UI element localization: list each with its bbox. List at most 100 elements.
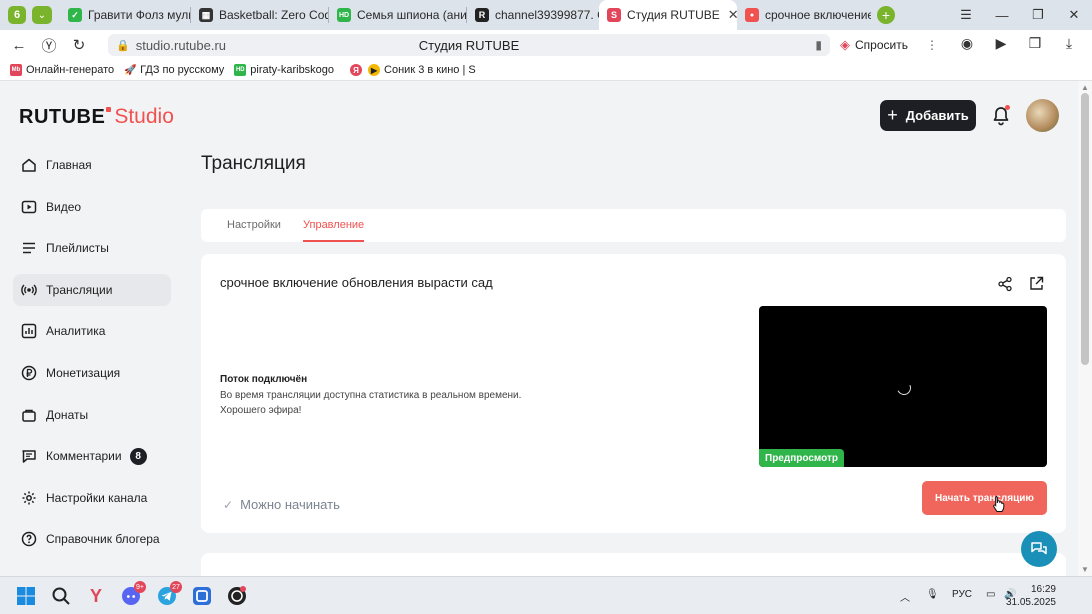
sidebar: Главная Видео Плейлисты Трансляции Анали… [13, 149, 171, 565]
sidebar-item-blogger-guide[interactable]: Справочник блогера [13, 523, 171, 555]
sidebar-item-label: Комментарии [46, 449, 122, 464]
bookmark-label: Онлайн-генерато [26, 64, 115, 76]
share-icon[interactable] [997, 276, 1013, 292]
sidebar-item-label: Трансляции [46, 282, 113, 297]
browser-tab[interactable]: ● срочное включение [737, 0, 871, 30]
sidebar-item-channel-settings[interactable]: Настройки канала [13, 482, 171, 514]
studio-app: RUTUBE Studio + Добавить Главная Видео П… [0, 81, 1078, 576]
sidebar-item-broadcasts[interactable]: Трансляции [13, 273, 171, 306]
sidebar-item-label: Аналитика [46, 324, 106, 339]
more-icon[interactable]: ⋮ [926, 38, 938, 52]
bookmark-item[interactable]: ▶ Соник 3 в кино | S [368, 64, 476, 76]
start-broadcast-button[interactable]: Начать трансляцию [922, 481, 1047, 515]
ask-button[interactable]: ◈ Спросить ⋮ [840, 35, 938, 55]
discord-icon[interactable]: 9+ [120, 581, 146, 607]
tab-management[interactable]: Управление [303, 219, 365, 242]
comments-icon [20, 447, 38, 465]
browser-tab-label: Гравити Фолз мульт [88, 8, 190, 22]
bookmark-item[interactable]: 🚀 ГДЗ по русскому [124, 64, 224, 76]
bookmark-item[interactable]: Mb Онлайн-генерато [10, 64, 114, 76]
stream-title: срочное включение обновления вырасти сад [220, 275, 493, 290]
close-tab-icon[interactable]: ✕ [728, 7, 737, 23]
media-icon[interactable]: ▶ [984, 35, 1018, 52]
scrollbar-thumb[interactable] [1081, 93, 1089, 365]
app-icon[interactable] [191, 585, 213, 607]
browser-tab-active[interactable]: S Студия RUTUBE ✕ [599, 0, 737, 30]
alice-icon: ◈ [840, 37, 850, 52]
sidebar-item-label: Справочник блогера [46, 532, 160, 547]
new-tab-button[interactable]: + [877, 6, 895, 24]
tab-favicon-icon: HD [337, 8, 351, 22]
bookmark-favicon-icon: Mb [10, 64, 22, 76]
hand-cursor-icon [993, 496, 1005, 512]
search-icon[interactable] [50, 585, 72, 607]
yandex-icon[interactable]: Ⓨ [34, 35, 64, 56]
back-icon[interactable]: ← [4, 37, 34, 54]
avatar[interactable] [1026, 99, 1059, 132]
monitor-icon[interactable]: ▭ [986, 589, 995, 600]
chevron-down-icon[interactable]: ⌄ [32, 6, 52, 24]
extension-icon[interactable]: ◉ [950, 35, 984, 52]
bookmark-item[interactable]: Я [350, 64, 366, 76]
sidebar-item-analytics[interactable]: Аналитика [13, 315, 171, 347]
address-bar: ← Ⓨ ↻ 🔒 studio.rutube.ru Студия RUTUBE ▮… [0, 30, 1092, 60]
tab-favicon-icon: ▦ [199, 8, 213, 22]
scroll-down-icon[interactable]: ▼ [1081, 565, 1089, 574]
sidebar-item-comments[interactable]: Комментарии 8 [13, 440, 171, 472]
bookmark-item[interactable]: HD piraty-karibskogo [234, 64, 334, 76]
add-button[interactable]: + Добавить [880, 100, 976, 131]
tab-settings[interactable]: Настройки [227, 219, 281, 231]
secondary-card [201, 553, 1066, 576]
browser-tab-label: channel39399877. Сту [495, 8, 599, 22]
language-indicator[interactable]: РУС [952, 589, 972, 600]
rutube-studio-logo[interactable]: RUTUBE Studio [19, 105, 174, 129]
browser-tab[interactable]: R channel39399877. Сту [467, 0, 599, 30]
sidebar-item-playlists[interactable]: Плейлисты [13, 232, 171, 264]
browser-tab-label: Студия RUTUBE [627, 8, 720, 22]
tab-favicon-icon: R [475, 8, 489, 22]
bookmark-icon[interactable]: ▮ [815, 38, 822, 52]
bell-icon[interactable] [990, 105, 1012, 127]
restore-icon[interactable]: ❐ [1020, 7, 1056, 23]
collections-icon[interactable]: ❒ [1018, 35, 1052, 52]
sidebar-item-donations[interactable]: Донаты [13, 399, 171, 431]
page-tabs: Настройки Управление [201, 209, 1066, 242]
page-scrollbar[interactable]: ▲ ▼ [1078, 81, 1092, 576]
broadcast-icon [20, 281, 38, 299]
browser-tab[interactable]: ✓ Гравити Фолз мульт [60, 0, 190, 30]
logo-rutube: RUTUBE [19, 106, 106, 128]
tab-counter[interactable]: 6 [8, 6, 26, 24]
obs-icon[interactable] [226, 585, 248, 607]
microphone-icon[interactable]: 🎙 [926, 589, 939, 600]
stream-preview[interactable]: Предпросмотр [759, 306, 1047, 467]
tray-chevron-up-icon[interactable]: ︿ [900, 589, 910, 604]
ready-indicator: ✓ Можно начинать [223, 497, 340, 512]
browser-tab-strip: 6 ⌄ ✓ Гравити Фолз мульт ▦ Basketball: Z… [0, 0, 1092, 30]
clock-date: 31.05.2025 [1005, 597, 1056, 608]
notification-dot [1005, 105, 1010, 110]
gear-icon [20, 489, 38, 507]
sidebar-item-monetization[interactable]: Монетизация [13, 357, 171, 389]
downloads-icon[interactable]: ⤓ [1052, 35, 1086, 52]
ruble-icon [20, 364, 38, 382]
close-window-icon[interactable]: ✕ [1056, 7, 1092, 23]
browser-tab[interactable]: HD Семья шпиона (аним [329, 0, 466, 30]
url-field[interactable]: 🔒 studio.rutube.ru Студия RUTUBE ▮ [108, 34, 830, 56]
yandex-browser-icon[interactable]: Y [85, 585, 107, 607]
sidebar-item-video[interactable]: Видео [13, 191, 171, 223]
system-clock[interactable]: 16:29 31.05.2025 [1006, 583, 1056, 609]
video-icon [20, 198, 38, 216]
logo-studio: Studio [114, 105, 174, 128]
support-chat-button[interactable] [1021, 531, 1057, 567]
menu-icon[interactable]: ☰ [948, 7, 984, 23]
minimize-icon[interactable]: — [984, 8, 1020, 23]
scroll-up-icon[interactable]: ▲ [1081, 83, 1089, 92]
browser-tab[interactable]: ▦ Basketball: Zero Code [191, 0, 328, 30]
telegram-icon[interactable]: 27 [156, 581, 182, 607]
open-external-icon[interactable] [1029, 276, 1044, 291]
sidebar-item-home[interactable]: Главная [13, 149, 171, 181]
yandex-bookmark-icon: Я [350, 64, 363, 76]
windows-start-icon[interactable] [15, 585, 37, 607]
reload-icon[interactable]: ↻ [64, 36, 94, 54]
help-book-icon [20, 530, 38, 548]
